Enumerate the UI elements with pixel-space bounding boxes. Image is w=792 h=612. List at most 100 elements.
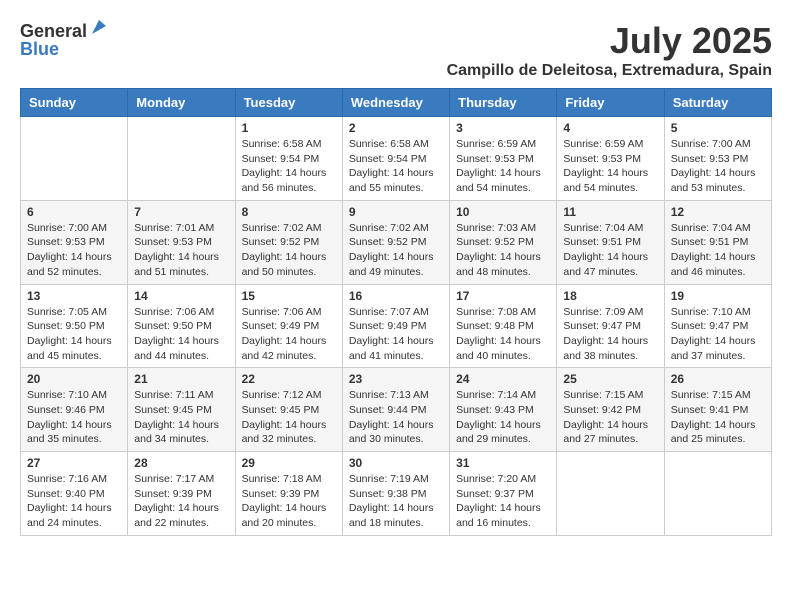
calendar-cell: 17 Sunrise: 7:08 AM Sunset: 9:48 PM Dayli…: [450, 284, 557, 368]
day-info: Sunrise: 7:06 AM Sunset: 9:50 PM Dayligh…: [134, 305, 228, 364]
calendar-cell: 24Sunrise: 7:14 AM Sunset: 9:43 PM Dayli…: [450, 368, 557, 452]
day-info: Sunrise: 7:16 AM Sunset: 9:40 PM Dayligh…: [27, 472, 121, 531]
page-header: General Blue July 2025 Campillo de Delei…: [20, 20, 772, 80]
day-number: 9: [349, 205, 443, 219]
calendar-week-row: 13 Sunrise: 7:05 AM Sunset: 9:50 PM Dayli…: [21, 284, 772, 368]
day-number: 7: [134, 205, 228, 219]
calendar-cell: 1Sunrise: 6:58 AM Sunset: 9:54 PM Daylig…: [235, 117, 342, 201]
day-number: 13: [27, 289, 121, 303]
calendar-week-row: 1Sunrise: 6:58 AM Sunset: 9:54 PM Daylig…: [21, 117, 772, 201]
calendar-cell: 5 Sunrise: 7:00 AM Sunset: 9:53 PM Daylig…: [664, 117, 771, 201]
calendar-day-header: Friday: [557, 89, 664, 117]
calendar-cell: 25Sunrise: 7:15 AM Sunset: 9:42 PM Dayli…: [557, 368, 664, 452]
day-info: Sunrise: 7:11 AM Sunset: 9:45 PM Dayligh…: [134, 388, 228, 447]
day-info: Sunrise: 7:00 AM Sunset: 9:53 PM Dayligh…: [27, 221, 121, 280]
month-title: July 2025: [447, 20, 772, 62]
day-info: Sunrise: 6:58 AM Sunset: 9:54 PM Dayligh…: [242, 137, 336, 196]
day-number: 4: [563, 121, 657, 135]
calendar-cell: 6 Sunrise: 7:00 AM Sunset: 9:53 PM Daylig…: [21, 200, 128, 284]
location-title: Campillo de Deleitosa, Extremadura, Spai…: [447, 62, 772, 80]
day-info: Sunrise: 7:01 AM Sunset: 9:53 PM Dayligh…: [134, 221, 228, 280]
day-number: 21: [134, 372, 228, 386]
calendar-cell: 15 Sunrise: 7:06 AM Sunset: 9:49 PM Dayli…: [235, 284, 342, 368]
day-number: 25: [563, 372, 657, 386]
calendar-cell: 22 Sunrise: 7:12 AM Sunset: 9:45 PM Dayli…: [235, 368, 342, 452]
calendar-day-header: Wednesday: [342, 89, 449, 117]
calendar-cell: 9 Sunrise: 7:02 AM Sunset: 9:52 PM Daylig…: [342, 200, 449, 284]
calendar-table: SundayMondayTuesdayWednesdayThursdayFrid…: [20, 88, 772, 536]
calendar-cell: 4 Sunrise: 6:59 AM Sunset: 9:53 PM Daylig…: [557, 117, 664, 201]
calendar-cell: 31Sunrise: 7:20 AM Sunset: 9:37 PM Dayli…: [450, 452, 557, 536]
day-number: 19: [671, 289, 765, 303]
day-info: Sunrise: 7:10 AM Sunset: 9:47 PM Dayligh…: [671, 305, 765, 364]
calendar-cell: 13 Sunrise: 7:05 AM Sunset: 9:50 PM Dayli…: [21, 284, 128, 368]
day-info: Sunrise: 7:04 AM Sunset: 9:51 PM Dayligh…: [671, 221, 765, 280]
calendar-cell: 29Sunrise: 7:18 AM Sunset: 9:39 PM Dayli…: [235, 452, 342, 536]
day-info: Sunrise: 7:17 AM Sunset: 9:39 PM Dayligh…: [134, 472, 228, 531]
day-info: Sunrise: 6:58 AM Sunset: 9:54 PM Dayligh…: [349, 137, 443, 196]
day-number: 16: [349, 289, 443, 303]
calendar-cell: 19 Sunrise: 7:10 AM Sunset: 9:47 PM Dayli…: [664, 284, 771, 368]
calendar-cell: [557, 452, 664, 536]
day-number: 18: [563, 289, 657, 303]
day-info: Sunrise: 7:06 AM Sunset: 9:49 PM Dayligh…: [242, 305, 336, 364]
day-number: 24: [456, 372, 550, 386]
day-number: 5: [671, 121, 765, 135]
calendar-cell: 18 Sunrise: 7:09 AM Sunset: 9:47 PM Dayli…: [557, 284, 664, 368]
title-block: July 2025 Campillo de Deleitosa, Extrema…: [447, 20, 772, 80]
calendar-week-row: 20Sunrise: 7:10 AM Sunset: 9:46 PM Dayli…: [21, 368, 772, 452]
calendar-cell: 3 Sunrise: 6:59 AM Sunset: 9:53 PM Daylig…: [450, 117, 557, 201]
calendar-day-header: Thursday: [450, 89, 557, 117]
day-number: 12: [671, 205, 765, 219]
day-number: 15: [242, 289, 336, 303]
day-number: 8: [242, 205, 336, 219]
calendar-cell: [128, 117, 235, 201]
calendar-day-header: Saturday: [664, 89, 771, 117]
logo: General Blue: [20, 20, 108, 60]
calendar-cell: 16Sunrise: 7:07 AM Sunset: 9:49 PM Dayli…: [342, 284, 449, 368]
day-number: 17: [456, 289, 550, 303]
day-info: Sunrise: 7:02 AM Sunset: 9:52 PM Dayligh…: [349, 221, 443, 280]
calendar-cell: 10Sunrise: 7:03 AM Sunset: 9:52 PM Dayli…: [450, 200, 557, 284]
day-info: Sunrise: 6:59 AM Sunset: 9:53 PM Dayligh…: [563, 137, 657, 196]
calendar-cell: [664, 452, 771, 536]
calendar-cell: 27 Sunrise: 7:16 AM Sunset: 9:40 PM Dayli…: [21, 452, 128, 536]
calendar-cell: 11Sunrise: 7:04 AM Sunset: 9:51 PM Dayli…: [557, 200, 664, 284]
calendar-cell: 28 Sunrise: 7:17 AM Sunset: 9:39 PM Dayli…: [128, 452, 235, 536]
calendar-cell: 26 Sunrise: 7:15 AM Sunset: 9:41 PM Dayli…: [664, 368, 771, 452]
day-number: 3: [456, 121, 550, 135]
calendar-day-header: Sunday: [21, 89, 128, 117]
day-info: Sunrise: 7:09 AM Sunset: 9:47 PM Dayligh…: [563, 305, 657, 364]
calendar-cell: 2 Sunrise: 6:58 AM Sunset: 9:54 PM Daylig…: [342, 117, 449, 201]
calendar-cell: 21 Sunrise: 7:11 AM Sunset: 9:45 PM Dayli…: [128, 368, 235, 452]
day-number: 28: [134, 456, 228, 470]
day-info: Sunrise: 7:15 AM Sunset: 9:41 PM Dayligh…: [671, 388, 765, 447]
day-number: 6: [27, 205, 121, 219]
logo-blue: Blue: [20, 39, 59, 60]
day-info: Sunrise: 7:10 AM Sunset: 9:46 PM Dayligh…: [27, 388, 121, 447]
day-number: 23: [349, 372, 443, 386]
calendar-header-row: SundayMondayTuesdayWednesdayThursdayFrid…: [21, 89, 772, 117]
day-number: 22: [242, 372, 336, 386]
calendar-week-row: 27 Sunrise: 7:16 AM Sunset: 9:40 PM Dayli…: [21, 452, 772, 536]
day-info: Sunrise: 7:12 AM Sunset: 9:45 PM Dayligh…: [242, 388, 336, 447]
calendar-cell: 30 Sunrise: 7:19 AM Sunset: 9:38 PM Dayli…: [342, 452, 449, 536]
day-info: Sunrise: 7:08 AM Sunset: 9:48 PM Dayligh…: [456, 305, 550, 364]
day-info: Sunrise: 6:59 AM Sunset: 9:53 PM Dayligh…: [456, 137, 550, 196]
day-info: Sunrise: 7:19 AM Sunset: 9:38 PM Dayligh…: [349, 472, 443, 531]
calendar-cell: [21, 117, 128, 201]
day-info: Sunrise: 7:13 AM Sunset: 9:44 PM Dayligh…: [349, 388, 443, 447]
day-info: Sunrise: 7:05 AM Sunset: 9:50 PM Dayligh…: [27, 305, 121, 364]
day-number: 14: [134, 289, 228, 303]
calendar-day-header: Tuesday: [235, 89, 342, 117]
calendar-day-header: Monday: [128, 89, 235, 117]
day-number: 31: [456, 456, 550, 470]
day-info: Sunrise: 7:00 AM Sunset: 9:53 PM Dayligh…: [671, 137, 765, 196]
day-number: 29: [242, 456, 336, 470]
day-number: 2: [349, 121, 443, 135]
day-number: 26: [671, 372, 765, 386]
calendar-week-row: 6 Sunrise: 7:00 AM Sunset: 9:53 PM Daylig…: [21, 200, 772, 284]
day-number: 10: [456, 205, 550, 219]
day-number: 27: [27, 456, 121, 470]
day-number: 30: [349, 456, 443, 470]
